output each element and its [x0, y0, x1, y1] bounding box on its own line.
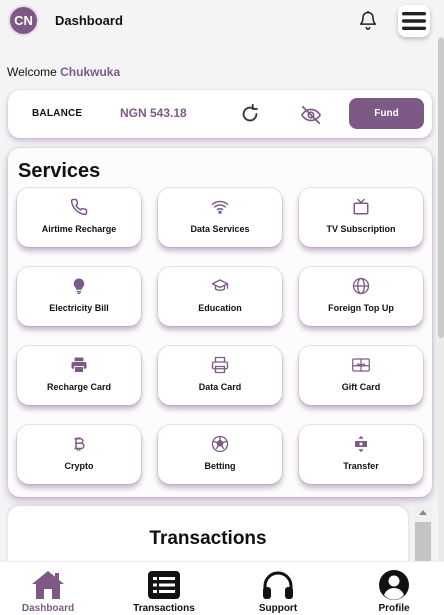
service-label: Crypto — [64, 461, 94, 471]
bottom-navigation: Dashboard Transactions Support Profile — [0, 561, 444, 615]
nav-label: Support — [258, 603, 298, 614]
fund-button[interactable]: Fund — [349, 98, 424, 129]
service-label: Foreign Top Up — [328, 303, 394, 313]
headphones-icon — [261, 569, 295, 601]
globe-icon — [352, 277, 370, 295]
page-scrollbar[interactable] — [438, 36, 444, 564]
balance-label: BALANCE — [32, 108, 83, 119]
service-data-services[interactable]: Data Services — [158, 188, 282, 247]
scroll-up-icon[interactable] — [419, 510, 427, 515]
list-icon — [147, 569, 181, 601]
bulb-icon — [70, 277, 88, 295]
service-gift-card[interactable]: Gift Card — [299, 346, 423, 405]
app-header: CN Dashboard — [0, 0, 430, 44]
bell-icon[interactable] — [358, 10, 378, 30]
menu-icon — [402, 12, 426, 30]
services-title: Services — [18, 160, 101, 182]
nav-label: Profile — [378, 603, 410, 614]
transactions-scrollbar[interactable] — [414, 506, 432, 564]
service-tv-subscription[interactable]: TV Subscription — [299, 188, 423, 247]
menu-button[interactable] — [398, 5, 430, 37]
user-circle-icon — [377, 569, 411, 601]
gift-card-icon — [352, 356, 370, 374]
welcome-prefix: Welcome — [7, 65, 57, 79]
service-label: Betting — [204, 461, 236, 471]
service-crypto[interactable]: Crypto — [17, 425, 141, 484]
service-airtime-recharge[interactable]: Airtime Recharge — [17, 188, 141, 247]
nav-item-support[interactable]: Support — [233, 562, 323, 615]
service-label: Transfer — [343, 461, 379, 471]
service-electricity-bill[interactable]: Electricity Bill — [17, 267, 141, 326]
service-label: TV Subscription — [326, 224, 396, 234]
bitcoin-icon — [70, 435, 88, 453]
eye-off-icon[interactable] — [300, 104, 322, 126]
nav-item-profile[interactable]: Profile — [349, 562, 439, 615]
service-label: Gift Card — [341, 382, 381, 392]
tv-icon — [352, 198, 370, 216]
nav-item-transactions[interactable]: Transactions — [119, 562, 209, 615]
service-label: Recharge Card — [46, 382, 112, 392]
service-label: Airtime Recharge — [41, 224, 117, 234]
service-education[interactable]: Education — [158, 267, 282, 326]
scrollbar-thumb[interactable] — [415, 522, 431, 564]
services-panel: Services Airtime Recharge Data Services … — [8, 148, 432, 497]
soccer-ball-icon — [211, 435, 229, 453]
scrollbar-thumb[interactable] — [438, 38, 444, 338]
nav-label: Dashboard — [21, 603, 75, 614]
welcome-text: Welcome Chukwuka — [7, 65, 120, 79]
balance-card: BALANCE NGN 543.18 Fund — [8, 90, 432, 138]
home-icon — [31, 569, 65, 601]
refresh-icon[interactable] — [239, 103, 261, 125]
printer-icon — [70, 356, 88, 374]
service-recharge-card[interactable]: Recharge Card — [17, 346, 141, 405]
transfer-icon — [352, 435, 370, 453]
service-label: Electricity Bill — [49, 303, 109, 313]
graduation-cap-icon — [211, 277, 229, 295]
service-label: Data Services — [190, 224, 250, 234]
service-betting[interactable]: Betting — [158, 425, 282, 484]
wifi-icon — [211, 198, 229, 216]
welcome-user-name: Chukwuka — [60, 65, 121, 79]
service-data-card[interactable]: Data Card — [158, 346, 282, 405]
nav-label: Transactions — [133, 603, 195, 614]
nav-item-dashboard[interactable]: Dashboard — [3, 562, 93, 615]
service-label: Data Card — [198, 382, 242, 392]
balance-value: NGN 543.18 — [120, 106, 187, 120]
phone-icon — [70, 198, 88, 216]
service-label: Education — [198, 303, 242, 313]
avatar[interactable]: CN — [8, 5, 39, 36]
printer-outline-icon — [211, 356, 229, 374]
page-title: Dashboard — [55, 13, 123, 28]
transactions-title: Transactions — [149, 528, 267, 549]
dashboard-screen: CN Dashboard Welcome Chukwuka BALANCE NG… — [0, 0, 444, 615]
service-foreign-top-up[interactable]: Foreign Top Up — [299, 267, 423, 326]
service-transfer[interactable]: Transfer — [299, 425, 423, 484]
